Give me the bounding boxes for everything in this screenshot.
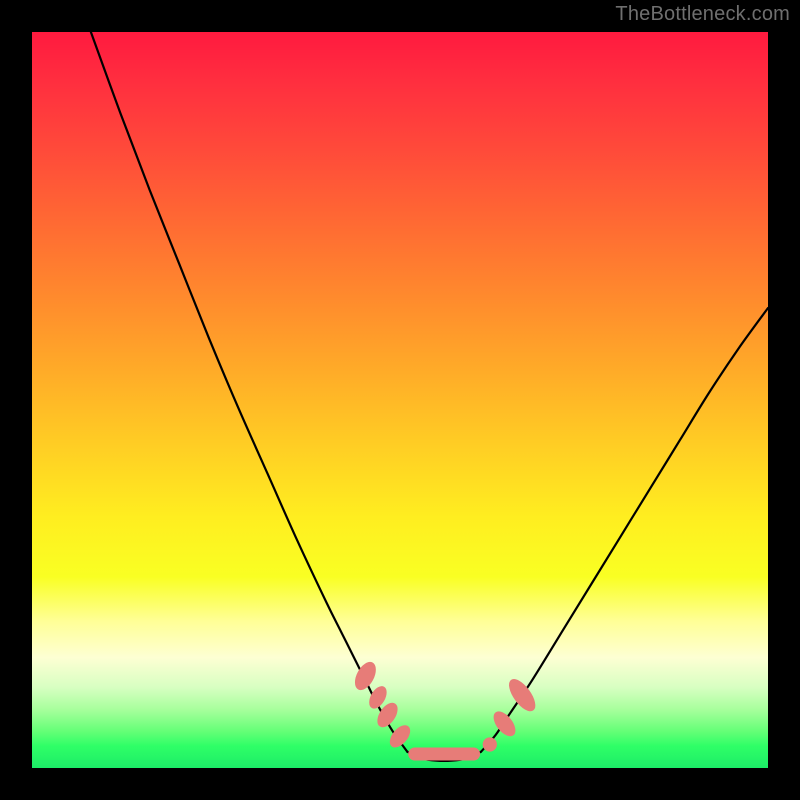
outer-frame: TheBottleneck.com bbox=[0, 0, 800, 800]
marker-dot bbox=[351, 659, 379, 693]
plot-area bbox=[32, 32, 768, 768]
left-curve bbox=[91, 32, 407, 752]
watermark-text: TheBottleneck.com bbox=[615, 3, 790, 26]
marker-dot bbox=[505, 675, 540, 714]
marker-dot bbox=[483, 738, 496, 751]
chart-svg bbox=[32, 32, 768, 768]
